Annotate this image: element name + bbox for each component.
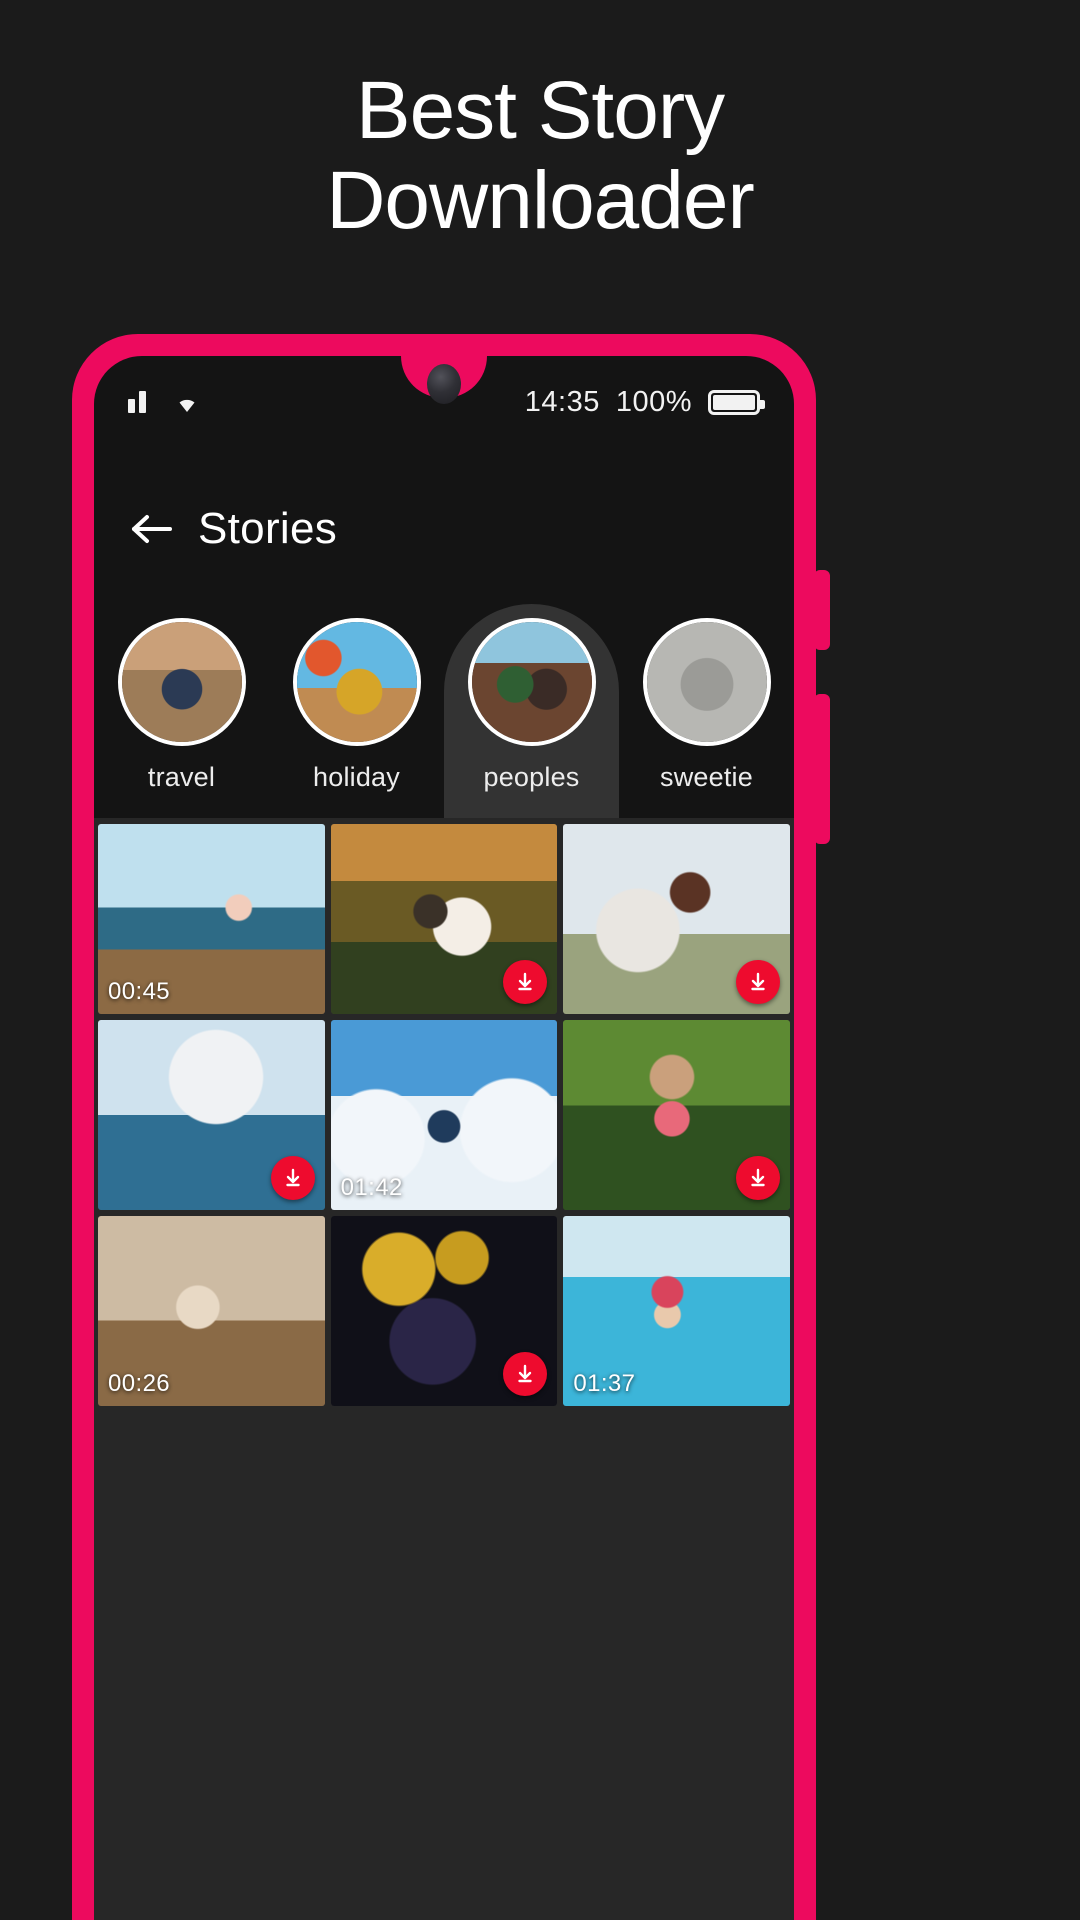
download-arrow-icon — [518, 972, 533, 991]
avatar — [467, 618, 596, 746]
avatar-image — [121, 622, 242, 742]
media-item[interactable]: 00:45 — [98, 824, 325, 1014]
download-arrow-icon — [751, 1168, 765, 1187]
media-grid-container: 00:45 01:42 00:26 01:37 — [94, 818, 794, 1920]
download-button[interactable] — [736, 960, 780, 1004]
avatar — [292, 618, 421, 746]
media-item[interactable] — [563, 1020, 790, 1210]
phone-power-button[interactable] — [814, 694, 830, 844]
media-item[interactable]: 00:26 — [98, 1216, 325, 1406]
story-tab-label: travel — [147, 762, 216, 792]
screen-title: Stories — [198, 504, 338, 553]
download-arrow-icon — [751, 972, 765, 991]
story-tab-holiday[interactable]: holiday — [269, 604, 444, 824]
battery-full-icon — [708, 389, 765, 415]
status-bar-clock: 14:35 — [524, 385, 600, 418]
story-tab-label: sweetie — [660, 762, 753, 792]
phone-mockup: 14:35 100% Stories travel holiday people… — [72, 334, 830, 1920]
story-tab-label: peoples — [483, 762, 580, 792]
phone-screen: 14:35 100% Stories travel holiday people… — [94, 356, 794, 1920]
page-title-line1: Best Story — [355, 65, 725, 156]
page-title: Best Story Downloader — [0, 66, 1080, 246]
download-button[interactable] — [503, 1352, 548, 1396]
media-duration-badge: 00:45 — [108, 978, 171, 1005]
story-tab-travel[interactable]: travel — [94, 604, 269, 824]
stories-tab-row: travel holiday peoples sweetie — [94, 604, 794, 824]
avatar-image — [471, 622, 592, 742]
signal-bars-icon — [128, 391, 150, 413]
back-arrow-icon[interactable] — [130, 512, 174, 546]
media-item[interactable] — [98, 1020, 325, 1210]
media-item[interactable] — [563, 824, 790, 1014]
avatar-image — [296, 622, 417, 742]
media-item[interactable]: 01:37 — [563, 1216, 790, 1406]
front-camera-icon — [427, 364, 461, 404]
media-duration-badge: 00:26 — [108, 1370, 171, 1397]
media-item[interactable] — [330, 824, 558, 1014]
download-arrow-icon — [285, 1168, 300, 1187]
download-button[interactable] — [503, 960, 548, 1004]
media-item[interactable] — [330, 1216, 558, 1406]
story-tab-peoples[interactable]: peoples — [444, 604, 619, 824]
avatar-image — [646, 622, 767, 742]
story-tab-label: holiday — [313, 762, 400, 792]
wifi-icon — [172, 390, 202, 414]
status-bar-left — [128, 390, 202, 414]
status-bar-right: 14:35 100% — [524, 385, 765, 419]
media-item[interactable]: 01:42 — [330, 1020, 558, 1210]
download-button[interactable] — [270, 1156, 315, 1200]
media-duration-badge: 01:42 — [340, 1174, 403, 1201]
app-top-bar: Stories — [94, 486, 794, 572]
page-title-line2: Downloader — [326, 155, 755, 246]
media-grid: 00:45 01:42 00:26 01:37 — [96, 818, 792, 1406]
media-duration-badge: 01:37 — [573, 1370, 636, 1397]
battery-percent-label: 100% — [615, 385, 692, 418]
avatar — [117, 618, 246, 746]
download-button[interactable] — [736, 1156, 780, 1200]
phone-volume-button[interactable] — [814, 570, 830, 650]
promo-screenshot: Best Story Downloader 14:35 100% Stories… — [0, 0, 1080, 1920]
avatar — [642, 618, 771, 746]
download-arrow-icon — [518, 1364, 533, 1383]
story-tab-sweetie[interactable]: sweetie — [619, 604, 794, 824]
